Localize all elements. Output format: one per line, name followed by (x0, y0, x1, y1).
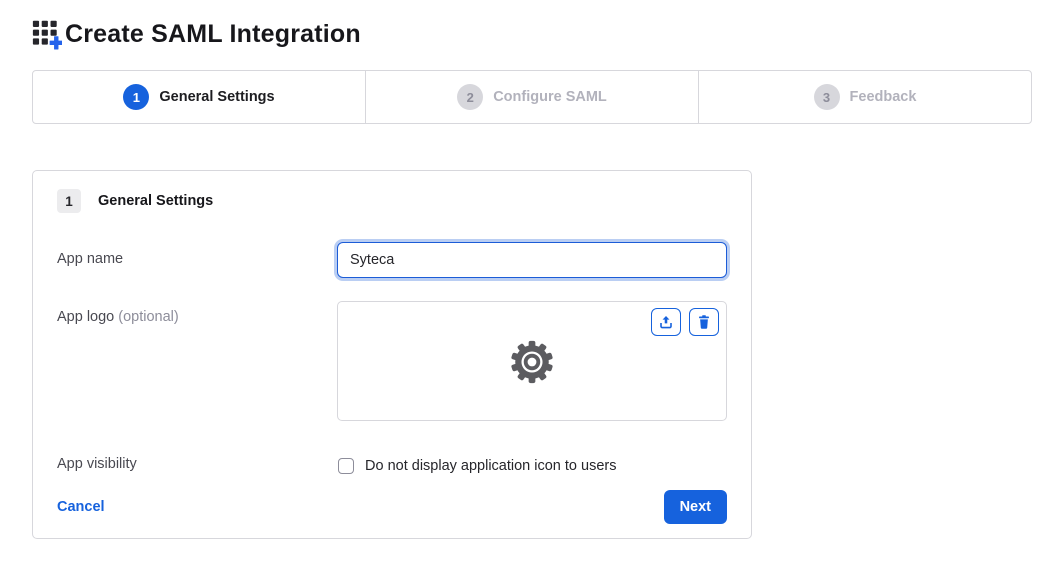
step-number-badge: 2 (457, 84, 483, 110)
hide-icon-checkbox[interactable] (338, 458, 354, 474)
logo-actions (651, 308, 719, 336)
app-name-label: App name (57, 242, 337, 278)
step-number-badge: 1 (123, 84, 149, 110)
card-step-number: 1 (57, 189, 81, 213)
app-name-input[interactable] (337, 242, 727, 278)
app-visibility-field-col: Do not display application icon to users (337, 456, 727, 476)
app-logo-label-text: App logo (57, 309, 114, 325)
app-grid-plus-icon (32, 18, 62, 50)
tab-feedback[interactable]: 3 Feedback (698, 71, 1031, 123)
gear-icon (509, 339, 555, 385)
app-visibility-label: App visibility (57, 456, 337, 476)
upload-logo-button[interactable] (651, 308, 681, 336)
app-logo-row: App logo (optional) (57, 301, 727, 421)
card-footer: Cancel Next (57, 490, 727, 524)
app-name-row: App name (57, 242, 727, 278)
tab-configure-saml[interactable]: 2 Configure SAML (365, 71, 698, 123)
card-header: 1 General Settings (57, 189, 727, 213)
page: Create SAML Integration 1 General Settin… (32, 16, 1032, 539)
page-header: Create SAML Integration (32, 16, 1032, 52)
hide-icon-checkbox-label[interactable]: Do not display application icon to users (365, 458, 616, 474)
app-logo-field-col (337, 301, 727, 421)
step-label: Feedback (850, 89, 917, 105)
card-heading: General Settings (98, 193, 213, 209)
step-label: Configure SAML (493, 89, 607, 105)
step-number-badge: 3 (814, 84, 840, 110)
app-name-field-col (337, 242, 727, 278)
next-button[interactable]: Next (664, 490, 727, 524)
step-label: General Settings (159, 89, 274, 105)
trash-icon (696, 314, 712, 330)
app-visibility-row: App visibility Do not display applicatio… (57, 456, 727, 476)
upload-icon (658, 314, 674, 330)
delete-logo-button[interactable] (689, 308, 719, 336)
step-bar: 1 General Settings 2 Configure SAML 3 Fe… (32, 70, 1032, 124)
tab-general-settings[interactable]: 1 General Settings (33, 71, 365, 123)
page-title: Create SAML Integration (65, 20, 361, 49)
logo-dropzone[interactable] (337, 301, 727, 421)
visibility-checkbox-line: Do not display application icon to users (337, 456, 727, 476)
cancel-link[interactable]: Cancel (57, 499, 105, 515)
app-logo-optional-hint: (optional) (118, 309, 178, 325)
app-logo-label: App logo (optional) (57, 301, 337, 421)
general-settings-card: 1 General Settings App name App logo (op… (32, 170, 752, 539)
